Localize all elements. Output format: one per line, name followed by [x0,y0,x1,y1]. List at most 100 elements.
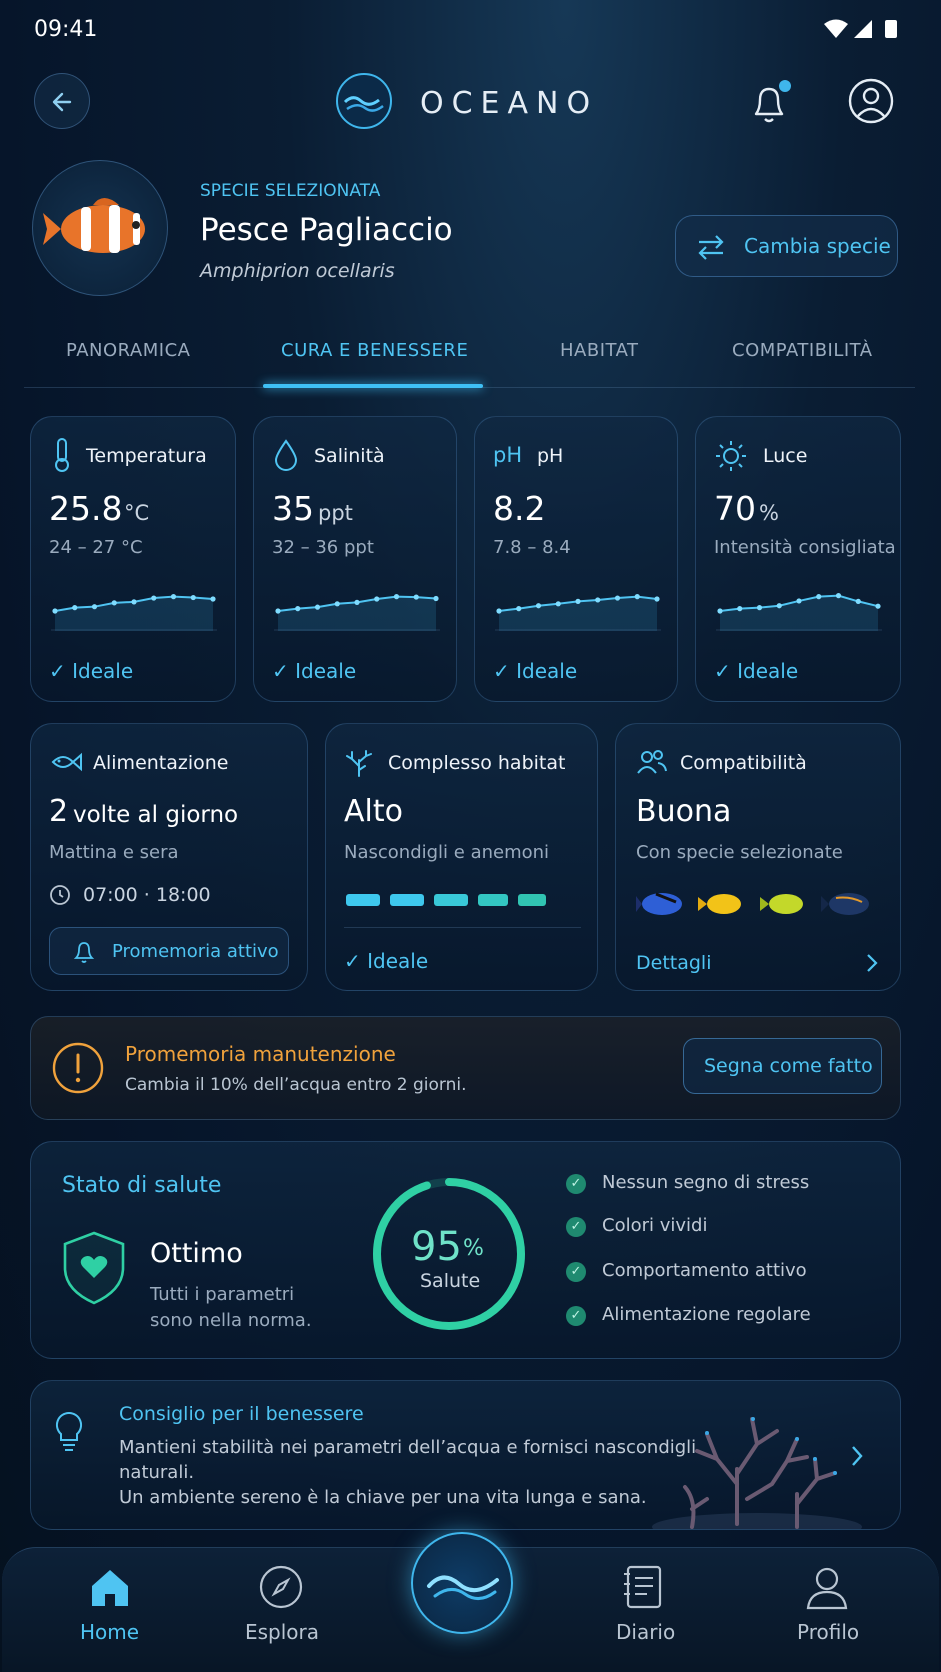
nav-journal-label: Diario [616,1620,676,1644]
trend-point [314,604,321,610]
chevron-right-icon[interactable] [849,1443,865,1469]
metric-trend-chart [716,593,882,631]
trend-point [72,605,78,611]
health-desc-line2: sono nella norma. [150,1310,312,1331]
metric-card-light[interactable]: Luce 70 % Intensità consigliata ✓ Ideale [695,416,901,702]
habitat-card[interactable]: Complesso habitat Alto Nascondigli e ane… [325,723,598,991]
tip-title: Consiglio per il benessere [119,1403,364,1425]
metric-value: 8.2 [493,489,546,528]
mark-done-label: Segna come fatto [704,1055,873,1077]
notebook-icon [624,1565,662,1609]
trend-point [595,597,601,603]
trend-point [433,595,439,602]
tab-active-indicator [263,384,483,388]
nav-profile[interactable] [790,1560,866,1660]
tab-care[interactable]: CURA E BENESSERE [281,340,468,361]
swap-arrows-icon [698,235,724,260]
trend-point [275,608,281,614]
trend-point [756,605,763,611]
habitat-label: Complesso habitat [388,752,566,774]
metric-card-ph[interactable]: pH pH 8.2 7.8 – 8.4 ✓ Ideale [474,416,678,702]
thermometer-icon [55,438,69,472]
tip-line1: Mantieni stabilità nei parametri dell’ac… [119,1437,697,1458]
change-species-label: Cambia specie [744,234,891,258]
nav-explore-label: Esplora [245,1620,320,1644]
tab-habitat[interactable]: HABITAT [560,340,639,361]
habitat-level-segment [346,894,380,906]
species-avatar [32,160,168,296]
trend-point [52,608,58,614]
profile-button[interactable] [848,78,894,124]
alert-icon [52,1042,104,1094]
trend-point [654,596,660,602]
trend-point [776,603,782,609]
chevron-right-icon[interactable] [864,951,880,975]
habitat-level-segment [390,894,424,906]
trend-point [190,594,196,601]
trend-point [354,599,360,605]
metric-card-temperature[interactable]: Temperatura 25.8 °C 24 – 27 °C ✓ Ideale [30,416,236,702]
health-check-label: Nessun segno di stress [602,1172,810,1193]
health-check-item: ✓ Comportamento attivo [566,1260,866,1290]
nav-profile-label: Profilo [797,1620,860,1644]
change-species-button[interactable]: Cambia specie [675,215,898,277]
trend-point [855,598,861,604]
health-percent: 95 [411,1224,462,1270]
bell-icon [754,80,791,123]
check-circle-icon: ✓ [566,1262,586,1282]
health-check-label: Colori vividi [602,1215,708,1236]
trend-point [295,606,301,612]
trend-point [210,596,216,602]
feeding-unit: volte al giorno [73,802,239,828]
metric-status-label: Ideale [737,659,799,683]
mark-done-button[interactable]: Segna come fatto [683,1038,882,1094]
compatibility-value: Buona [636,794,732,829]
compatibility-details-link[interactable]: Dettagli [636,952,711,974]
tab-compatibility[interactable]: COMPATIBILITÀ [732,340,873,361]
species-scientific-name: Amphiprion ocellaris [200,260,395,282]
trend-point [111,600,117,606]
habitat-status-label: Ideale [367,949,429,973]
status-time: 09:41 [34,17,98,42]
feeding-sub: Mattina e sera [49,842,179,863]
nav-home[interactable] [72,1560,148,1660]
health-title: Stato di salute [62,1173,222,1198]
trend-point [496,608,502,614]
metric-label: Salinità [314,445,385,467]
metric-value: 70 [714,489,756,528]
nav-center-button[interactable] [411,1532,513,1634]
wellbeing-tip-card[interactable]: Consiglio per il benessere Mantieni stab… [30,1380,901,1530]
metric-range: Intensità consigliata [714,537,896,558]
metric-status-label: Ideale [72,659,134,683]
shield-heart-icon [63,1231,125,1305]
fish-icon [636,892,682,915]
trend-point [575,598,581,604]
metric-range: 32 – 36 ppt [272,537,374,558]
trend-point [334,601,340,607]
status-icons [822,18,912,40]
health-caption: Salute [420,1270,481,1292]
users-icon [637,750,667,774]
tip-line2: naturali. [119,1462,195,1483]
clownfish-icon [43,198,145,253]
habitat-level-segment [478,894,508,906]
metric-card-salinity[interactable]: Salinità 35 ppt 32 – 36 ppt ✓ Ideale [253,416,457,702]
tab-overview[interactable]: PANORAMICA [66,340,190,361]
feeding-card[interactable]: Alimentazione 2 volte al giorno Mattina … [30,723,308,991]
nav-journal[interactable] [600,1560,690,1660]
metric-status: ✓ Ideale [714,659,798,683]
reminder-button[interactable]: Promemoria attivo [49,927,289,975]
nav-explore[interactable] [244,1560,324,1660]
notifications-button[interactable] [744,78,794,128]
habitat-divider [344,927,581,928]
reminder-label: Promemoria attivo [112,941,279,962]
compatibility-label: Compatibilità [680,752,807,774]
compatibility-card[interactable]: Compatibilità Buona Con specie seleziona… [615,723,901,991]
species-eyebrow: SPECIE SELEZIONATA [200,181,381,201]
brand-name: OCEANO [420,86,599,121]
metric-label: Temperatura [86,445,207,467]
fish-icon [760,894,803,914]
trend-point [374,596,380,602]
back-button[interactable] [34,73,90,129]
metric-label: Luce [763,445,808,467]
